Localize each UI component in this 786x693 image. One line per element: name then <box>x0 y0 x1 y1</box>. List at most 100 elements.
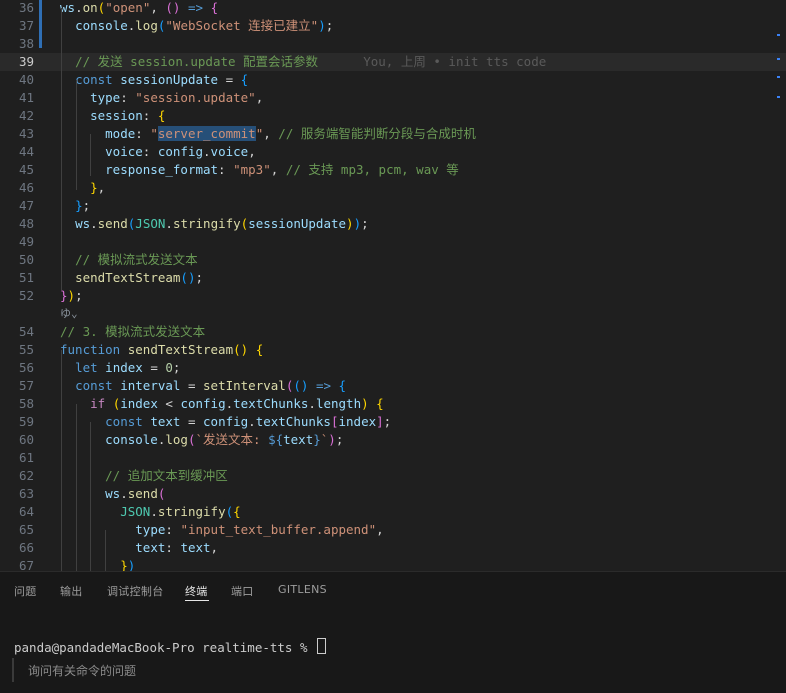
code-line[interactable]: 41 type: "session.update", <box>0 89 786 107</box>
minimap-marker <box>777 34 780 36</box>
bottom-panel: 问题 输出 调试控制台 终端 端口 GITLENS panda@pandadeM… <box>0 571 786 693</box>
code-line[interactable]: 39 // 发送 session.update 配置会话参数 You, 上周 •… <box>0 53 786 71</box>
code-text: // 追加文本到缓冲区 <box>105 468 228 483</box>
code-text: // 发送 session.update 配置会话参数 You, 上周 • in… <box>75 54 547 69</box>
code-line[interactable]: 67 }) <box>0 557 786 571</box>
code-line[interactable]: 62 // 追加文本到缓冲区 <box>0 467 786 485</box>
terminal-prompt-text: panda@pandadeMacBook-Pro realtime-tts % <box>14 640 316 655</box>
indent-guide <box>105 530 106 571</box>
code-line[interactable]: 51 sendTextStream(); <box>0 269 786 287</box>
code-line[interactable]: 42 session: { <box>0 107 786 125</box>
tab-terminal[interactable]: 终端 <box>185 583 208 599</box>
code-line[interactable]: 66 text: text, <box>0 539 786 557</box>
tab-debug-console[interactable]: 调试控制台 <box>107 583 164 599</box>
line-number: 61 <box>18 450 34 465</box>
code-line[interactable]: 50 // 模拟流式发送文本 <box>0 251 786 269</box>
panel-tabs: 问题 输出 调试控制台 终端 端口 GITLENS <box>0 572 786 608</box>
code-line[interactable]: 37 console.log("WebSocket 连接已建立"); <box>0 17 786 35</box>
code-line[interactable]: 52}); <box>0 287 786 305</box>
code-text: const sessionUpdate = { <box>75 72 249 87</box>
line-number: 65 <box>18 522 34 537</box>
code-editor[interactable]: 36 ws.on("open", () => {37 console.log("W… <box>0 0 786 571</box>
line-number: 41 <box>18 90 34 105</box>
code-text: type: "input_text_buffer.append", <box>135 522 384 537</box>
line-number: 54 <box>18 324 34 339</box>
code-line[interactable]: 64 JSON.stringify({ <box>0 503 786 521</box>
code-text: // 3. 模拟流式发送文本 <box>60 324 206 339</box>
code-text: // 模拟流式发送文本 <box>75 252 198 267</box>
indent-guide <box>90 134 91 176</box>
code-line[interactable]: 43 mode: "server_commit", // 服务端智能判断分段与合… <box>0 125 786 143</box>
code-line[interactable]: 45 response_format: "mp3", // 支持 mp3, pc… <box>0 161 786 179</box>
code-line[interactable]: 48 ws.send(JSON.stringify(sessionUpdate)… <box>0 215 786 233</box>
code-line[interactable]: ゆ⌄ <box>0 305 786 323</box>
minimap-marker <box>777 76 780 78</box>
code-line[interactable]: 65 type: "input_text_buffer.append", <box>0 521 786 539</box>
line-number: 45 <box>18 162 34 177</box>
indent-guide <box>76 80 77 190</box>
indent-guide <box>61 350 62 571</box>
code-text: }, <box>90 180 106 195</box>
code-line[interactable]: 55 function sendTextStream() { <box>0 341 786 359</box>
tab-gitlens[interactable]: GITLENS <box>278 583 327 596</box>
indent-guide <box>61 8 62 290</box>
code-line[interactable]: 59 const text = config.textChunks[index]… <box>0 413 786 431</box>
line-number: 63 <box>18 486 34 501</box>
tab-ports[interactable]: 端口 <box>231 583 254 599</box>
code-line[interactable]: 36 ws.on("open", () => { <box>0 0 786 17</box>
code-text: sendTextStream(); <box>75 270 204 285</box>
line-number: 59 <box>18 414 34 429</box>
line-number: 38 <box>18 36 34 51</box>
code-text: JSON.stringify({ <box>120 504 241 519</box>
line-number: 51 <box>18 270 34 285</box>
code-text: console.log("WebSocket 连接已建立"); <box>75 18 334 33</box>
code-text: console.log(`发送文本: ${text}`); <box>105 432 344 447</box>
line-number: 44 <box>18 144 34 159</box>
code-line[interactable]: 54 // 3. 模拟流式发送文本 <box>0 323 786 341</box>
code-line[interactable]: 47 }; <box>0 197 786 215</box>
code-text: const text = config.textChunks[index]; <box>105 414 392 429</box>
git-modified-bar <box>39 0 42 48</box>
line-number: 40 <box>18 72 34 87</box>
active-tab-indicator <box>185 600 209 601</box>
code-text: type: "session.update", <box>90 90 264 105</box>
indent-guide <box>76 404 77 571</box>
code-text: if (index < config.textChunks.length) { <box>90 396 384 411</box>
code-text: response_format: "mp3", // 支持 mp3, pcm, … <box>105 162 459 177</box>
code-text: function sendTextStream() { <box>60 342 264 357</box>
line-number: 57 <box>18 378 34 393</box>
code-line[interactable]: 63 ws.send( <box>0 485 786 503</box>
line-number: 42 <box>18 108 34 123</box>
code-text: }; <box>75 198 91 213</box>
code-line[interactable]: 56 let index = 0; <box>0 359 786 377</box>
line-number: 50 <box>18 252 34 267</box>
code-text: ws.on("open", () => { <box>60 0 219 15</box>
fold-marker[interactable]: ゆ⌄ <box>60 305 78 323</box>
code-line[interactable]: 49 <box>0 233 786 251</box>
line-number: 67 <box>18 558 34 571</box>
ask-placeholder: 询问有关命令的问题 <box>28 664 137 678</box>
code-line[interactable]: 58 if (index < config.textChunks.length)… <box>0 395 786 413</box>
tab-problems[interactable]: 问题 <box>14 583 37 599</box>
code-line[interactable]: 38 <box>0 35 786 53</box>
code-line[interactable]: 61 <box>0 449 786 467</box>
tab-output[interactable]: 输出 <box>60 583 83 599</box>
code-text: let index = 0; <box>75 360 181 375</box>
line-number: 52 <box>18 288 34 303</box>
line-number: 49 <box>18 234 34 249</box>
terminal-ask-input[interactable]: 询问有关命令的问题 <box>12 658 786 682</box>
line-number: 43 <box>18 126 34 141</box>
code-line[interactable]: 40 const sessionUpdate = { <box>0 71 786 89</box>
code-line[interactable]: 57 const interval = setInterval(() => { <box>0 377 786 395</box>
terminal-cursor <box>317 638 327 654</box>
terminal-prompt[interactable]: panda@pandadeMacBook-Pro realtime-tts % <box>14 638 327 657</box>
line-number: 56 <box>18 360 34 375</box>
code-line[interactable]: 60 console.log(`发送文本: ${text}`); <box>0 431 786 449</box>
line-number: 46 <box>18 180 34 195</box>
code-line[interactable]: 46 }, <box>0 179 786 197</box>
code-text: }) <box>120 558 136 571</box>
line-number: 64 <box>18 504 34 519</box>
code-text: const interval = setInterval(() => { <box>75 378 347 393</box>
minimap-marker <box>777 58 780 60</box>
code-line[interactable]: 44 voice: config.voice, <box>0 143 786 161</box>
